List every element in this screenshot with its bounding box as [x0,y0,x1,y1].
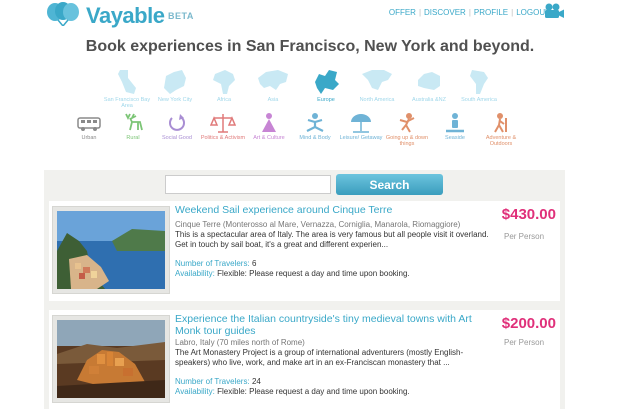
bus-icon [77,117,101,131]
africa-icon [213,70,235,94]
region-label: South America [461,97,497,103]
listing-price: $430.00 [501,206,556,223]
vayable-logo[interactable]: Vayable BETA [44,2,194,28]
availability-value: Flexible: Please request a day and time … [217,269,410,278]
results-panel: Search Weekend Sail experience around Ci… [44,170,565,409]
listing-card[interactable]: Weekend Sail experience around Cinque Te… [49,201,560,301]
listing-title-link[interactable]: Experience the Italian countryside's tin… [175,313,495,337]
south-america-icon [470,70,488,94]
travelers-value: 6 [251,259,257,268]
header: Vayable BETA OFFER | DISCOVER | PROFILE | LOGO… [0,0,620,30]
australia-icon [418,72,440,90]
region-new-york[interactable]: New York City [148,68,202,103]
region-africa[interactable]: Africa [197,68,251,103]
artist-icon [262,113,276,132]
nav-profile-link[interactable]: PROFILE [474,8,508,17]
beta-badge: BETA [168,11,194,21]
deer-icon [125,113,143,131]
travelers-label: Number of Travelers: [175,377,250,386]
logo-text: Vayable [86,3,165,28]
region-europe[interactable]: Europe [299,68,353,103]
region-filter-row: San Francisco Bay Area New York City Afr… [100,68,520,112]
region-asia[interactable]: Asia [246,68,300,103]
region-south-america[interactable]: South America [452,68,506,103]
availability-label: Availability: [175,387,215,396]
availability-label: Availability: [175,269,215,278]
listing-thumbnail[interactable] [52,206,170,294]
listing-thumbnail[interactable] [52,315,170,403]
category-adventure[interactable]: Adventure & Outdoors [474,112,528,147]
listing-travelers: Number of Travelers: 6 [175,259,256,268]
recycle-icon [169,114,185,131]
region-australia[interactable]: Australia &NZ [402,68,456,103]
north-america-icon [362,70,392,90]
listing-location: Cinque Terre (Monterosso al Mare, Vernaz… [175,220,461,229]
video-camera-icon[interactable] [543,3,565,19]
listing-description: The Art Monastery Project is a group of … [175,348,464,367]
region-label: Asia [267,97,279,103]
category-label: Going up & down things [385,135,429,147]
listing-travelers: Number of Travelers: 24 [175,377,261,386]
california-icon [118,70,136,94]
region-label: Africa [216,97,232,103]
listing-availability: Availability: Flexible: Please request a… [175,269,410,278]
search-input[interactable] [165,175,331,194]
top-nav: OFFER | DISCOVER | PROFILE | LOGOUT [388,8,550,17]
listing-description: This is a spectacular area of Italy. The… [175,230,489,249]
category-label: Adventure & Outdoors [485,135,517,147]
climber-icon [399,113,415,133]
hiker-icon [494,113,507,133]
region-label: San Francisco Bay Area [103,97,151,109]
per-person-label: Per Person [504,338,545,347]
category-filter-row: Urban Rural Social Good Politics & Activ… [62,112,542,156]
scales-icon [210,114,236,133]
labro-photo [57,320,165,398]
search-button[interactable]: Search [336,174,443,195]
region-label: North America [359,97,395,103]
umbrella-icon [351,114,371,133]
travelers-value: 24 [251,377,261,386]
availability-value: Flexible: Please request a day and time … [217,387,410,396]
meditation-icon [306,113,324,132]
cinque-terre-photo [57,211,165,289]
region-label: New York City [157,97,193,103]
listing-title-link[interactable]: Weekend Sail experience around Cinque Te… [175,204,495,216]
region-san-francisco[interactable]: San Francisco Bay Area [100,68,154,109]
nav-offer-link[interactable]: OFFER [389,8,416,17]
listing-location: Labro, Italy (70 miles north of Rome) [175,338,305,347]
listing-card[interactable]: Experience the Italian countryside's tin… [49,310,560,409]
new-york-icon [164,70,186,94]
per-person-label: Per Person [504,232,545,241]
listing-availability: Availability: Flexible: Please request a… [175,387,410,396]
nav-discover-link[interactable]: DISCOVER [424,8,466,17]
asia-icon [258,70,288,90]
region-label: Australia &NZ [412,97,446,103]
europe-icon [315,70,339,94]
category-going-up-down[interactable]: Going up & down things [380,112,434,147]
region-label: Europe [317,97,335,103]
surfer-icon [446,113,464,133]
region-north-america[interactable]: North America [350,68,404,103]
listing-price: $200.00 [501,315,556,332]
travelers-label: Number of Travelers: [175,259,250,268]
balloon-logo-icon [47,2,79,26]
page-headline: Book experiences in San Francisco, New Y… [85,38,535,55]
